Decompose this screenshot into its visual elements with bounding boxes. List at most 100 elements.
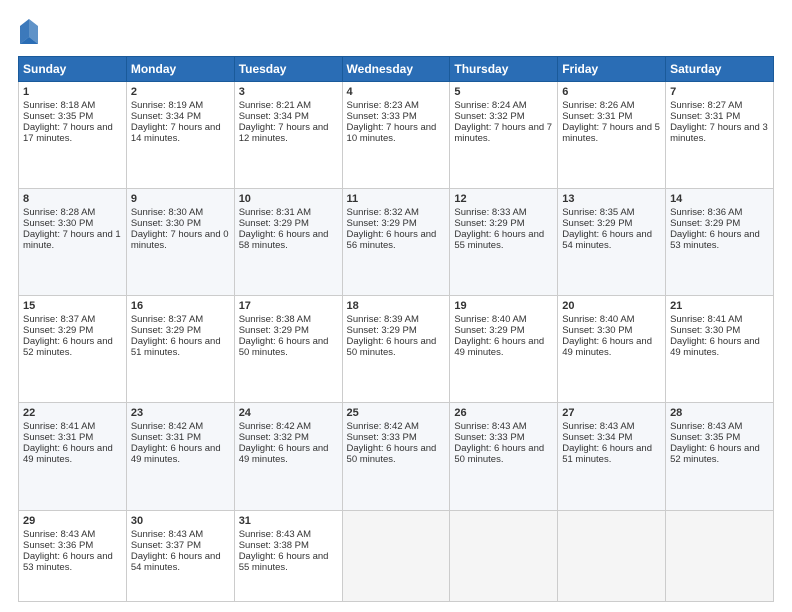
weekday-header: Monday [126, 57, 234, 82]
sunset-label: Sunset: 3:32 PM [454, 111, 524, 122]
sunset-label: Sunset: 3:34 PM [131, 111, 201, 122]
daylight-label: Daylight: 7 hours and 5 minutes. [562, 122, 660, 144]
daylight-label: Daylight: 6 hours and 56 minutes. [347, 229, 437, 251]
calendar-cell: 21 Sunrise: 8:41 AM Sunset: 3:30 PM Dayl… [666, 296, 774, 403]
weekday-header: Sunday [19, 57, 127, 82]
day-number: 21 [670, 300, 769, 312]
sunset-label: Sunset: 3:30 PM [131, 218, 201, 229]
calendar-cell: 23 Sunrise: 8:42 AM Sunset: 3:31 PM Dayl… [126, 403, 234, 510]
day-number: 16 [131, 300, 230, 312]
sunset-label: Sunset: 3:33 PM [454, 432, 524, 443]
day-number: 17 [239, 300, 338, 312]
sunrise-label: Sunrise: 8:41 AM [23, 421, 95, 432]
calendar-cell: 9 Sunrise: 8:30 AM Sunset: 3:30 PM Dayli… [126, 189, 234, 296]
day-number: 31 [239, 515, 338, 527]
sunrise-label: Sunrise: 8:40 AM [562, 314, 634, 325]
calendar-cell: 27 Sunrise: 8:43 AM Sunset: 3:34 PM Dayl… [558, 403, 666, 510]
sunset-label: Sunset: 3:30 PM [23, 218, 93, 229]
weekday-header: Thursday [450, 57, 558, 82]
day-number: 4 [347, 86, 446, 98]
daylight-label: Daylight: 6 hours and 49 minutes. [454, 336, 544, 358]
calendar-cell: 18 Sunrise: 8:39 AM Sunset: 3:29 PM Dayl… [342, 296, 450, 403]
day-number: 6 [562, 86, 661, 98]
calendar-cell: 4 Sunrise: 8:23 AM Sunset: 3:33 PM Dayli… [342, 82, 450, 189]
sunset-label: Sunset: 3:29 PM [454, 325, 524, 336]
sunrise-label: Sunrise: 8:43 AM [131, 529, 203, 540]
daylight-label: Daylight: 7 hours and 12 minutes. [239, 122, 329, 144]
day-number: 28 [670, 407, 769, 419]
day-number: 5 [454, 86, 553, 98]
calendar-cell: 19 Sunrise: 8:40 AM Sunset: 3:29 PM Dayl… [450, 296, 558, 403]
day-number: 18 [347, 300, 446, 312]
day-number: 19 [454, 300, 553, 312]
calendar-cell [342, 510, 450, 601]
weekday-header: Saturday [666, 57, 774, 82]
sunrise-label: Sunrise: 8:38 AM [239, 314, 311, 325]
day-number: 3 [239, 86, 338, 98]
calendar-cell: 14 Sunrise: 8:36 AM Sunset: 3:29 PM Dayl… [666, 189, 774, 296]
sunset-label: Sunset: 3:29 PM [347, 325, 417, 336]
sunset-label: Sunset: 3:38 PM [239, 540, 309, 551]
sunrise-label: Sunrise: 8:19 AM [131, 100, 203, 111]
sunrise-label: Sunrise: 8:42 AM [239, 421, 311, 432]
daylight-label: Daylight: 6 hours and 49 minutes. [239, 443, 329, 465]
calendar-cell: 8 Sunrise: 8:28 AM Sunset: 3:30 PM Dayli… [19, 189, 127, 296]
daylight-label: Daylight: 6 hours and 54 minutes. [562, 229, 652, 251]
calendar-cell [558, 510, 666, 601]
sunrise-label: Sunrise: 8:18 AM [23, 100, 95, 111]
calendar-cell: 25 Sunrise: 8:42 AM Sunset: 3:33 PM Dayl… [342, 403, 450, 510]
sunrise-label: Sunrise: 8:28 AM [23, 207, 95, 218]
sunset-label: Sunset: 3:29 PM [239, 325, 309, 336]
sunrise-label: Sunrise: 8:43 AM [562, 421, 634, 432]
daylight-label: Daylight: 6 hours and 50 minutes. [347, 336, 437, 358]
daylight-label: Daylight: 6 hours and 49 minutes. [23, 443, 113, 465]
daylight-label: Daylight: 7 hours and 14 minutes. [131, 122, 221, 144]
daylight-label: Daylight: 6 hours and 50 minutes. [454, 443, 544, 465]
daylight-label: Daylight: 7 hours and 10 minutes. [347, 122, 437, 144]
day-number: 23 [131, 407, 230, 419]
sunset-label: Sunset: 3:33 PM [347, 432, 417, 443]
calendar-cell: 10 Sunrise: 8:31 AM Sunset: 3:29 PM Dayl… [234, 189, 342, 296]
header [18, 18, 774, 46]
sunset-label: Sunset: 3:31 PM [23, 432, 93, 443]
daylight-label: Daylight: 6 hours and 51 minutes. [562, 443, 652, 465]
sunset-label: Sunset: 3:34 PM [239, 111, 309, 122]
daylight-label: Daylight: 6 hours and 50 minutes. [347, 443, 437, 465]
sunrise-label: Sunrise: 8:27 AM [670, 100, 742, 111]
daylight-label: Daylight: 6 hours and 49 minutes. [562, 336, 652, 358]
sunset-label: Sunset: 3:31 PM [670, 111, 740, 122]
logo [18, 18, 46, 46]
sunset-label: Sunset: 3:32 PM [239, 432, 309, 443]
sunrise-label: Sunrise: 8:42 AM [131, 421, 203, 432]
sunrise-label: Sunrise: 8:43 AM [454, 421, 526, 432]
calendar-cell: 7 Sunrise: 8:27 AM Sunset: 3:31 PM Dayli… [666, 82, 774, 189]
day-number: 7 [670, 86, 769, 98]
sunset-label: Sunset: 3:35 PM [670, 432, 740, 443]
sunset-label: Sunset: 3:33 PM [347, 111, 417, 122]
sunrise-label: Sunrise: 8:33 AM [454, 207, 526, 218]
calendar-cell: 16 Sunrise: 8:37 AM Sunset: 3:29 PM Dayl… [126, 296, 234, 403]
calendar-cell: 13 Sunrise: 8:35 AM Sunset: 3:29 PM Dayl… [558, 189, 666, 296]
sunset-label: Sunset: 3:37 PM [131, 540, 201, 551]
day-number: 15 [23, 300, 122, 312]
calendar-cell: 24 Sunrise: 8:42 AM Sunset: 3:32 PM Dayl… [234, 403, 342, 510]
calendar-cell: 12 Sunrise: 8:33 AM Sunset: 3:29 PM Dayl… [450, 189, 558, 296]
sunrise-label: Sunrise: 8:43 AM [670, 421, 742, 432]
daylight-label: Daylight: 6 hours and 55 minutes. [454, 229, 544, 251]
daylight-label: Daylight: 7 hours and 17 minutes. [23, 122, 113, 144]
sunrise-label: Sunrise: 8:43 AM [23, 529, 95, 540]
sunrise-label: Sunrise: 8:37 AM [131, 314, 203, 325]
sunset-label: Sunset: 3:34 PM [562, 432, 632, 443]
day-number: 10 [239, 193, 338, 205]
calendar-week-row: 22 Sunrise: 8:41 AM Sunset: 3:31 PM Dayl… [19, 403, 774, 510]
calendar-cell: 30 Sunrise: 8:43 AM Sunset: 3:37 PM Dayl… [126, 510, 234, 601]
day-number: 20 [562, 300, 661, 312]
calendar-week-row: 8 Sunrise: 8:28 AM Sunset: 3:30 PM Dayli… [19, 189, 774, 296]
day-number: 14 [670, 193, 769, 205]
daylight-label: Daylight: 6 hours and 53 minutes. [23, 551, 113, 573]
day-number: 30 [131, 515, 230, 527]
weekday-header-row: SundayMondayTuesdayWednesdayThursdayFrid… [19, 57, 774, 82]
daylight-label: Daylight: 6 hours and 51 minutes. [131, 336, 221, 358]
sunset-label: Sunset: 3:29 PM [347, 218, 417, 229]
daylight-label: Daylight: 7 hours and 0 minutes. [131, 229, 229, 251]
